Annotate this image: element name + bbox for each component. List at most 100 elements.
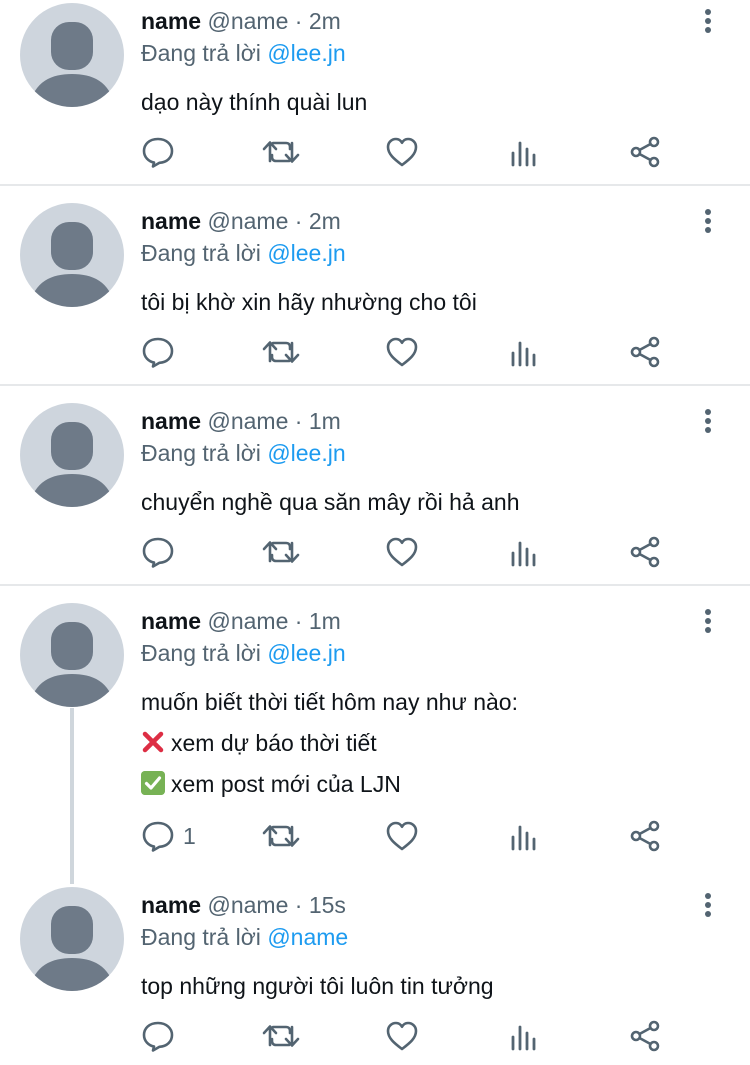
retweet-button[interactable] — [262, 816, 300, 856]
mention-link[interactable]: @name — [267, 924, 348, 950]
like-button[interactable] — [385, 1016, 419, 1056]
views-button[interactable] — [509, 532, 539, 572]
tweet-header: name @name · 1m — [141, 408, 341, 435]
share-button[interactable] — [629, 132, 661, 172]
more-options-button[interactable] — [696, 6, 720, 36]
share-icon — [630, 336, 660, 368]
timestamp[interactable]: 1m — [309, 608, 341, 634]
author-handle[interactable]: @name — [207, 892, 288, 918]
reply-button[interactable] — [141, 132, 183, 172]
action-bar — [0, 132, 750, 172]
views-button[interactable] — [509, 132, 539, 172]
timestamp[interactable]: 1m — [309, 408, 341, 434]
reply-button[interactable] — [141, 1016, 183, 1056]
like-button[interactable] — [385, 816, 419, 856]
tweet-text: dạo này thính quài lun — [141, 82, 367, 123]
reply-button[interactable]: 1 — [141, 816, 196, 856]
timestamp[interactable]: 2m — [309, 208, 341, 234]
retweet-icon — [262, 825, 300, 847]
tweet-text-line: muốn biết thời tiết hôm nay như nào: — [141, 689, 518, 715]
retweet-icon — [262, 541, 300, 563]
heart-icon — [386, 137, 418, 167]
tweet-text: chuyển nghề qua săn mây rồi hả anh — [141, 482, 520, 523]
author-handle[interactable]: @name — [207, 208, 288, 234]
mention-link[interactable]: @lee.jn — [267, 240, 345, 266]
tweet-divider — [0, 584, 750, 586]
replying-to: Đang trả lời @lee.jn — [141, 40, 346, 67]
replying-to: Đang trả lời @lee.jn — [141, 240, 346, 267]
like-button[interactable] — [385, 532, 419, 572]
more-options-button[interactable] — [696, 606, 720, 636]
author-name[interactable]: name — [141, 8, 201, 34]
author-name[interactable]: name — [141, 208, 201, 234]
replying-to: Đang trả lời @lee.jn — [141, 640, 346, 667]
separator-dot: · — [294, 892, 303, 918]
avatar[interactable] — [20, 403, 124, 507]
tweet-text: tôi bị khờ xin hãy nhường cho tôi — [141, 282, 477, 323]
tweet-text-line: dạo này thính quài lun — [141, 89, 368, 115]
retweet-button[interactable] — [262, 332, 300, 372]
like-button[interactable] — [385, 132, 419, 172]
tweet-text-line: top những người tôi luôn tin tưởng — [141, 973, 494, 999]
retweet-button[interactable] — [262, 132, 300, 172]
author-handle[interactable]: @name — [207, 608, 288, 634]
separator-dot: · — [294, 408, 303, 434]
action-bar — [0, 532, 750, 572]
author-handle[interactable]: @name — [207, 8, 288, 34]
reply-icon — [142, 337, 174, 368]
views-button[interactable] — [509, 1016, 539, 1056]
reply-button[interactable] — [141, 332, 183, 372]
like-button[interactable] — [385, 332, 419, 372]
views-button[interactable] — [509, 332, 539, 372]
share-button[interactable] — [629, 532, 661, 572]
views-icon — [511, 341, 536, 367]
more-icon — [705, 409, 711, 433]
retweet-button[interactable] — [262, 532, 300, 572]
avatar[interactable] — [20, 603, 124, 707]
tweet-header: name @name · 1m — [141, 608, 341, 635]
share-button[interactable] — [629, 816, 661, 856]
reply-icon — [142, 821, 174, 852]
author-name[interactable]: name — [141, 608, 201, 634]
author-name[interactable]: name — [141, 408, 201, 434]
author-name[interactable]: name — [141, 892, 201, 918]
heart-icon — [386, 1021, 418, 1051]
tweet-header: name @name · 2m — [141, 208, 341, 235]
views-icon — [511, 141, 536, 167]
share-icon — [630, 820, 660, 852]
share-button[interactable] — [629, 1016, 661, 1056]
views-button[interactable] — [509, 816, 539, 856]
avatar[interactable] — [20, 203, 124, 307]
more-options-button[interactable] — [696, 406, 720, 436]
replying-to: Đang trả lời @lee.jn — [141, 440, 346, 467]
mention-link[interactable]: @lee.jn — [267, 640, 345, 666]
more-icon — [705, 893, 711, 917]
replying-prefix: Đang trả lời — [141, 440, 261, 466]
retweet-icon — [262, 341, 300, 363]
more-options-button[interactable] — [696, 890, 720, 920]
more-icon — [705, 209, 711, 233]
replying-prefix: Đang trả lời — [141, 240, 261, 266]
reply-button[interactable] — [141, 532, 183, 572]
avatar[interactable] — [20, 887, 124, 991]
timestamp[interactable]: 15s — [309, 892, 346, 918]
more-icon — [705, 9, 711, 33]
retweet-button[interactable] — [262, 1016, 300, 1056]
reply-icon — [142, 137, 174, 168]
thread-connector — [70, 708, 74, 884]
action-bar — [0, 332, 750, 372]
separator-dot: · — [294, 8, 303, 34]
mention-link[interactable]: @lee.jn — [267, 440, 345, 466]
replying-prefix: Đang trả lời — [141, 40, 261, 66]
timestamp[interactable]: 2m — [309, 8, 341, 34]
check-mark-icon — [141, 771, 165, 795]
replying-prefix: Đang trả lời — [141, 640, 261, 666]
replying-to: Đang trả lời @name — [141, 924, 348, 951]
mention-link[interactable]: @lee.jn — [267, 40, 345, 66]
more-options-button[interactable] — [696, 206, 720, 236]
separator-dot: · — [294, 208, 303, 234]
cross-mark-icon — [142, 731, 164, 753]
share-button[interactable] — [629, 332, 661, 372]
author-handle[interactable]: @name — [207, 408, 288, 434]
avatar[interactable] — [20, 3, 124, 107]
